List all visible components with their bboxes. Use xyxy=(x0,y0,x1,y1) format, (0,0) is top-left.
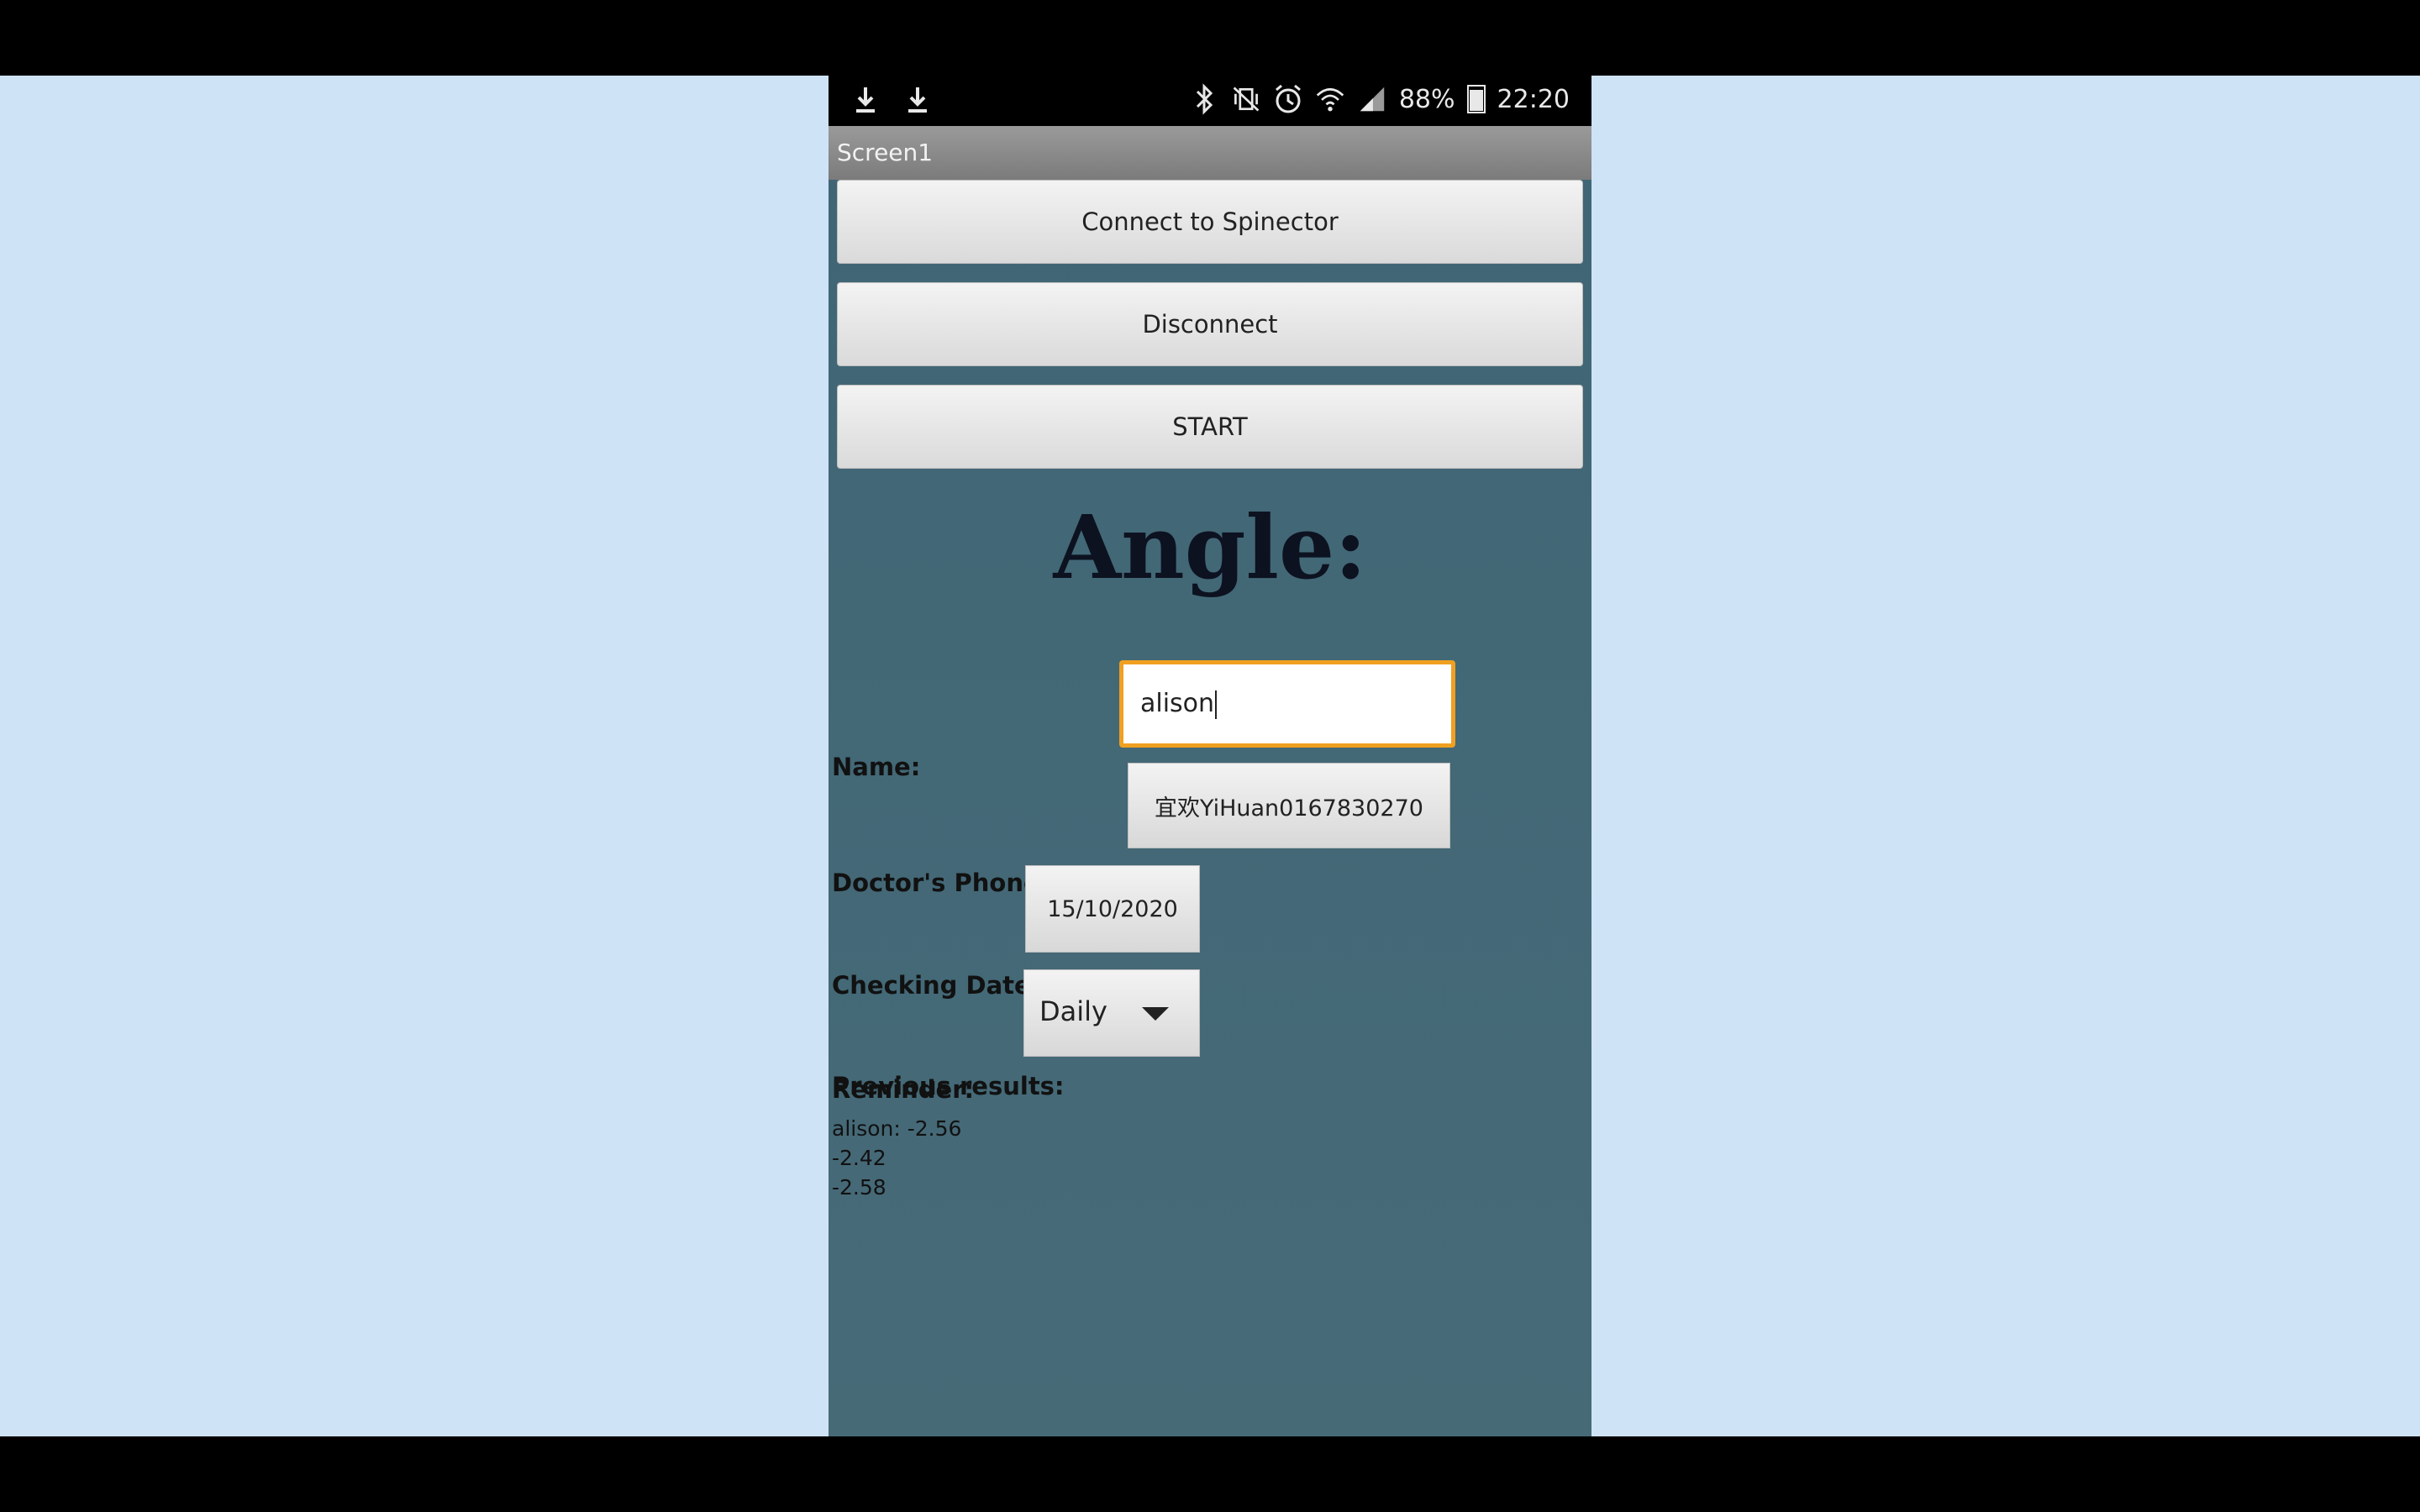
disconnect-button[interactable]: Disconnect xyxy=(837,282,1583,366)
text-cursor xyxy=(1215,690,1218,719)
app-title: Screen1 xyxy=(837,139,934,166)
reminder-dropdown[interactable]: Daily xyxy=(1023,969,1200,1057)
dropdown-arrow-icon xyxy=(1142,1007,1169,1021)
angle-heading: Angle: xyxy=(1053,496,1367,599)
checking-date-label: Checking Date: xyxy=(832,971,1041,1000)
name-input-value: alison xyxy=(1140,689,1215,718)
battery-percent: 88% xyxy=(1398,84,1455,114)
start-button[interactable]: START xyxy=(837,385,1583,469)
alarm-icon xyxy=(1273,82,1303,116)
doctor-phone-button[interactable]: 宜欢YiHuan0167830270 xyxy=(1128,763,1450,848)
name-label: Name: xyxy=(832,753,921,781)
wifi-icon xyxy=(1315,82,1345,116)
battery-icon xyxy=(1466,85,1486,113)
connect-button[interactable]: Connect to Spinector xyxy=(837,180,1583,264)
reminder-selected-value: Daily xyxy=(1039,995,1107,1027)
previous-results-list: alison: -2.56 -2.42 -2.58 xyxy=(832,1114,961,1202)
app-title-bar: Screen1 xyxy=(829,126,1591,180)
result-line: -2.58 xyxy=(832,1175,886,1200)
result-line: alison: -2.56 xyxy=(832,1116,962,1141)
date-picker-button[interactable]: 15/10/2020 xyxy=(1025,865,1200,953)
download-icon xyxy=(850,84,881,118)
download-icon xyxy=(902,84,933,118)
name-input[interactable]: alison xyxy=(1119,660,1455,748)
clock: 22:20 xyxy=(1497,84,1570,114)
status-bar: 88% 22:20 xyxy=(829,76,1591,126)
phone-screen: 88% 22:20 Screen1 Connect to Spinector D… xyxy=(829,76,1591,1436)
vibrate-off-icon xyxy=(1231,82,1261,116)
previous-results-title: Previous results: xyxy=(832,1072,1065,1100)
result-line: -2.42 xyxy=(832,1146,886,1170)
signal-icon xyxy=(1357,82,1387,116)
bluetooth-icon xyxy=(1189,82,1219,116)
